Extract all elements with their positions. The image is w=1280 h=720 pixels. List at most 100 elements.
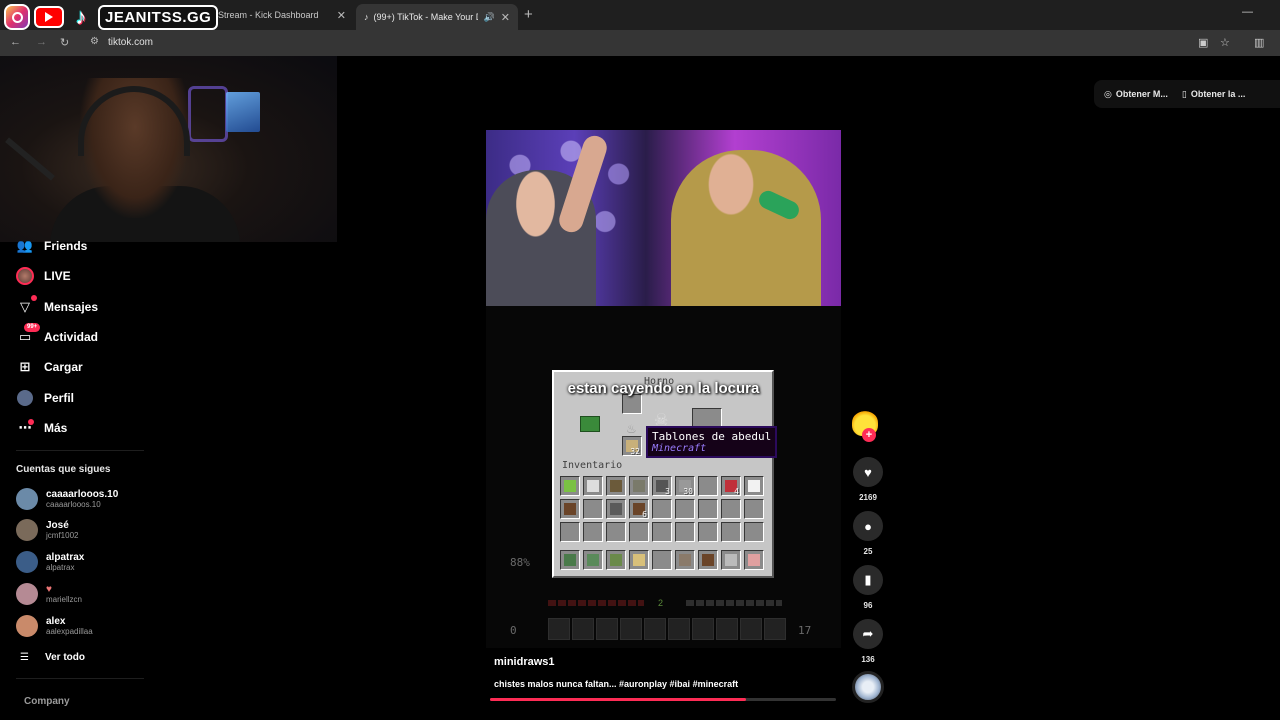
speaker-icon[interactable]: 🔊 (484, 12, 495, 23)
inventory-slot (560, 522, 580, 542)
hotbar-slot (675, 550, 695, 570)
bookmark-star-icon[interactable]: ☆ (1220, 36, 1230, 49)
see-all-button[interactable]: ☰ Ver todo (20, 652, 85, 663)
tiktok-favicon-icon: ♪ (364, 12, 369, 22)
video-author[interactable]: minidraws1 (494, 656, 555, 668)
following-account[interactable]: ♥ mariellzcn (16, 583, 82, 605)
fire-icon: ♨ (626, 422, 637, 436)
more-icon: ⋯ (16, 419, 34, 437)
sidebar-item-more[interactable]: ⋯ Más (16, 419, 67, 437)
messages-icon: ▽ (16, 295, 37, 316)
following-account[interactable]: alpatrax alpatrax (16, 551, 84, 573)
account-name: José (46, 519, 69, 531)
upload-icon: ⊞ (19, 359, 31, 374)
comment-button[interactable]: ● (853, 511, 883, 541)
following-section-title: Cuentas que sigues (16, 464, 111, 475)
inventory-slot (744, 476, 764, 496)
inventory-label: Inventario (562, 460, 623, 471)
back-icon[interactable]: ← (10, 36, 21, 48)
inventory-slot (629, 522, 649, 542)
inventory-slot: 6 (629, 499, 649, 519)
music-disc-icon[interactable] (852, 671, 884, 703)
hud-armor (686, 600, 782, 606)
video-progress-bar[interactable] (490, 698, 836, 701)
inventory-slot (721, 522, 741, 542)
hotbar-slot (629, 550, 649, 570)
cast-icon[interactable]: ▣ (1198, 36, 1208, 49)
following-account[interactable]: caaaarlooos.10 caaaarlooos.10 (16, 488, 118, 510)
heart-icon: ♥ (864, 464, 872, 480)
video-caption: estan cayendo en la locura (567, 380, 760, 397)
hotbar-slot (721, 550, 741, 570)
item-count: 32 (630, 447, 640, 456)
account-handle: caaaarlooos.10 (46, 499, 101, 509)
like-count: 2169 (859, 493, 877, 502)
avatar (16, 615, 38, 637)
hud-xp: 0 (510, 624, 517, 637)
share-count: 136 (861, 655, 875, 664)
save-button[interactable]: ▮ (853, 565, 883, 595)
following-account[interactable]: José jcmf1002 (16, 519, 78, 541)
background-light (188, 86, 228, 142)
inventory-slot (583, 476, 603, 496)
side-panel-icon[interactable]: ▥ (1254, 36, 1264, 49)
get-coins-button[interactable]: ◎ Obtener M... (1104, 89, 1168, 100)
inventory-slot (721, 499, 741, 519)
sidebar-item-upload[interactable]: ⊞ Cargar (16, 358, 83, 376)
account-name: ♥ (46, 583, 52, 595)
account-name: alpatrax (46, 551, 85, 563)
friends-icon: 👥 (16, 238, 34, 253)
unread-dot (31, 295, 37, 301)
inventory-slot (606, 522, 626, 542)
mic-arm (5, 137, 55, 181)
share-button[interactable]: ➦ (853, 619, 883, 649)
like-button[interactable]: ♥ (853, 457, 883, 487)
youtube-icon (34, 6, 64, 28)
video-streamers-cam (486, 130, 841, 306)
streamer-webcam (0, 56, 337, 242)
minimize-icon[interactable]: — (1242, 6, 1253, 18)
follow-plus-icon[interactable]: + (862, 428, 876, 442)
item-count: 30 (683, 487, 693, 496)
sidebar-item-live[interactable]: LIVE (16, 267, 71, 285)
bookmark-icon: ▮ (864, 572, 872, 587)
sidebar-item-label: Perfil (44, 391, 75, 405)
inventory-slot (698, 476, 718, 496)
hud-hearts (548, 600, 644, 606)
sidebar-item-profile[interactable]: Perfil (16, 389, 74, 407)
creator-avatar[interactable]: + (852, 410, 882, 442)
divider (16, 678, 144, 679)
tab-tiktok[interactable]: ♪ (99+) TikTok - Make Your Day 🔊 ✕ (356, 4, 518, 30)
video-description: chistes malos nunca faltan... #auronplay… (494, 679, 739, 689)
forward-icon[interactable]: → (36, 36, 47, 48)
site-info-icon[interactable]: ⚙ (90, 36, 99, 47)
new-tab-icon[interactable]: + (524, 6, 533, 23)
sidebar-item-activity[interactable]: ▭ 99+ Actividad (16, 323, 98, 346)
account-handle: jcmf1002 (46, 530, 79, 540)
video-player[interactable]: 88% 2 0 17 Horno ♨ 32 ☠ Inventario 3 30 … (486, 130, 841, 648)
item-count: 4 (734, 487, 739, 496)
account-name: alex (46, 615, 66, 627)
recipe-book-icon (580, 416, 600, 432)
close-icon[interactable]: ✕ (337, 9, 346, 22)
inventory-slot (606, 476, 626, 496)
company-link[interactable]: Company (24, 696, 70, 707)
close-icon[interactable]: ✕ (501, 11, 510, 24)
sidebar-item-label: Friends (44, 239, 88, 253)
live-icon (16, 267, 34, 285)
get-app-button[interactable]: ▯ Obtener la ... (1182, 89, 1245, 100)
furnace-input-slot (622, 394, 642, 414)
inventory-slot (652, 522, 672, 542)
coin-icon: ◎ (1104, 88, 1112, 99)
url-field[interactable]: tiktok.com (108, 37, 153, 48)
sidebar-item-messages[interactable]: ▽ Mensajes (16, 295, 98, 316)
hotbar-slot (698, 550, 718, 570)
avatar (16, 583, 38, 605)
reload-icon[interactable]: ↻ (60, 36, 69, 49)
following-account[interactable]: alex aalexpadillaa (16, 615, 93, 637)
stream-overlay-socials: ♪ JEANITSS.GG (0, 0, 219, 34)
hud-arrows: 17 (798, 624, 812, 637)
instagram-icon (4, 4, 30, 30)
tab-kick-dashboard[interactable]: Stream - Kick Dashboard ✕ (204, 4, 354, 26)
sidebar-item-friends[interactable]: 👥 Friends (16, 237, 87, 255)
